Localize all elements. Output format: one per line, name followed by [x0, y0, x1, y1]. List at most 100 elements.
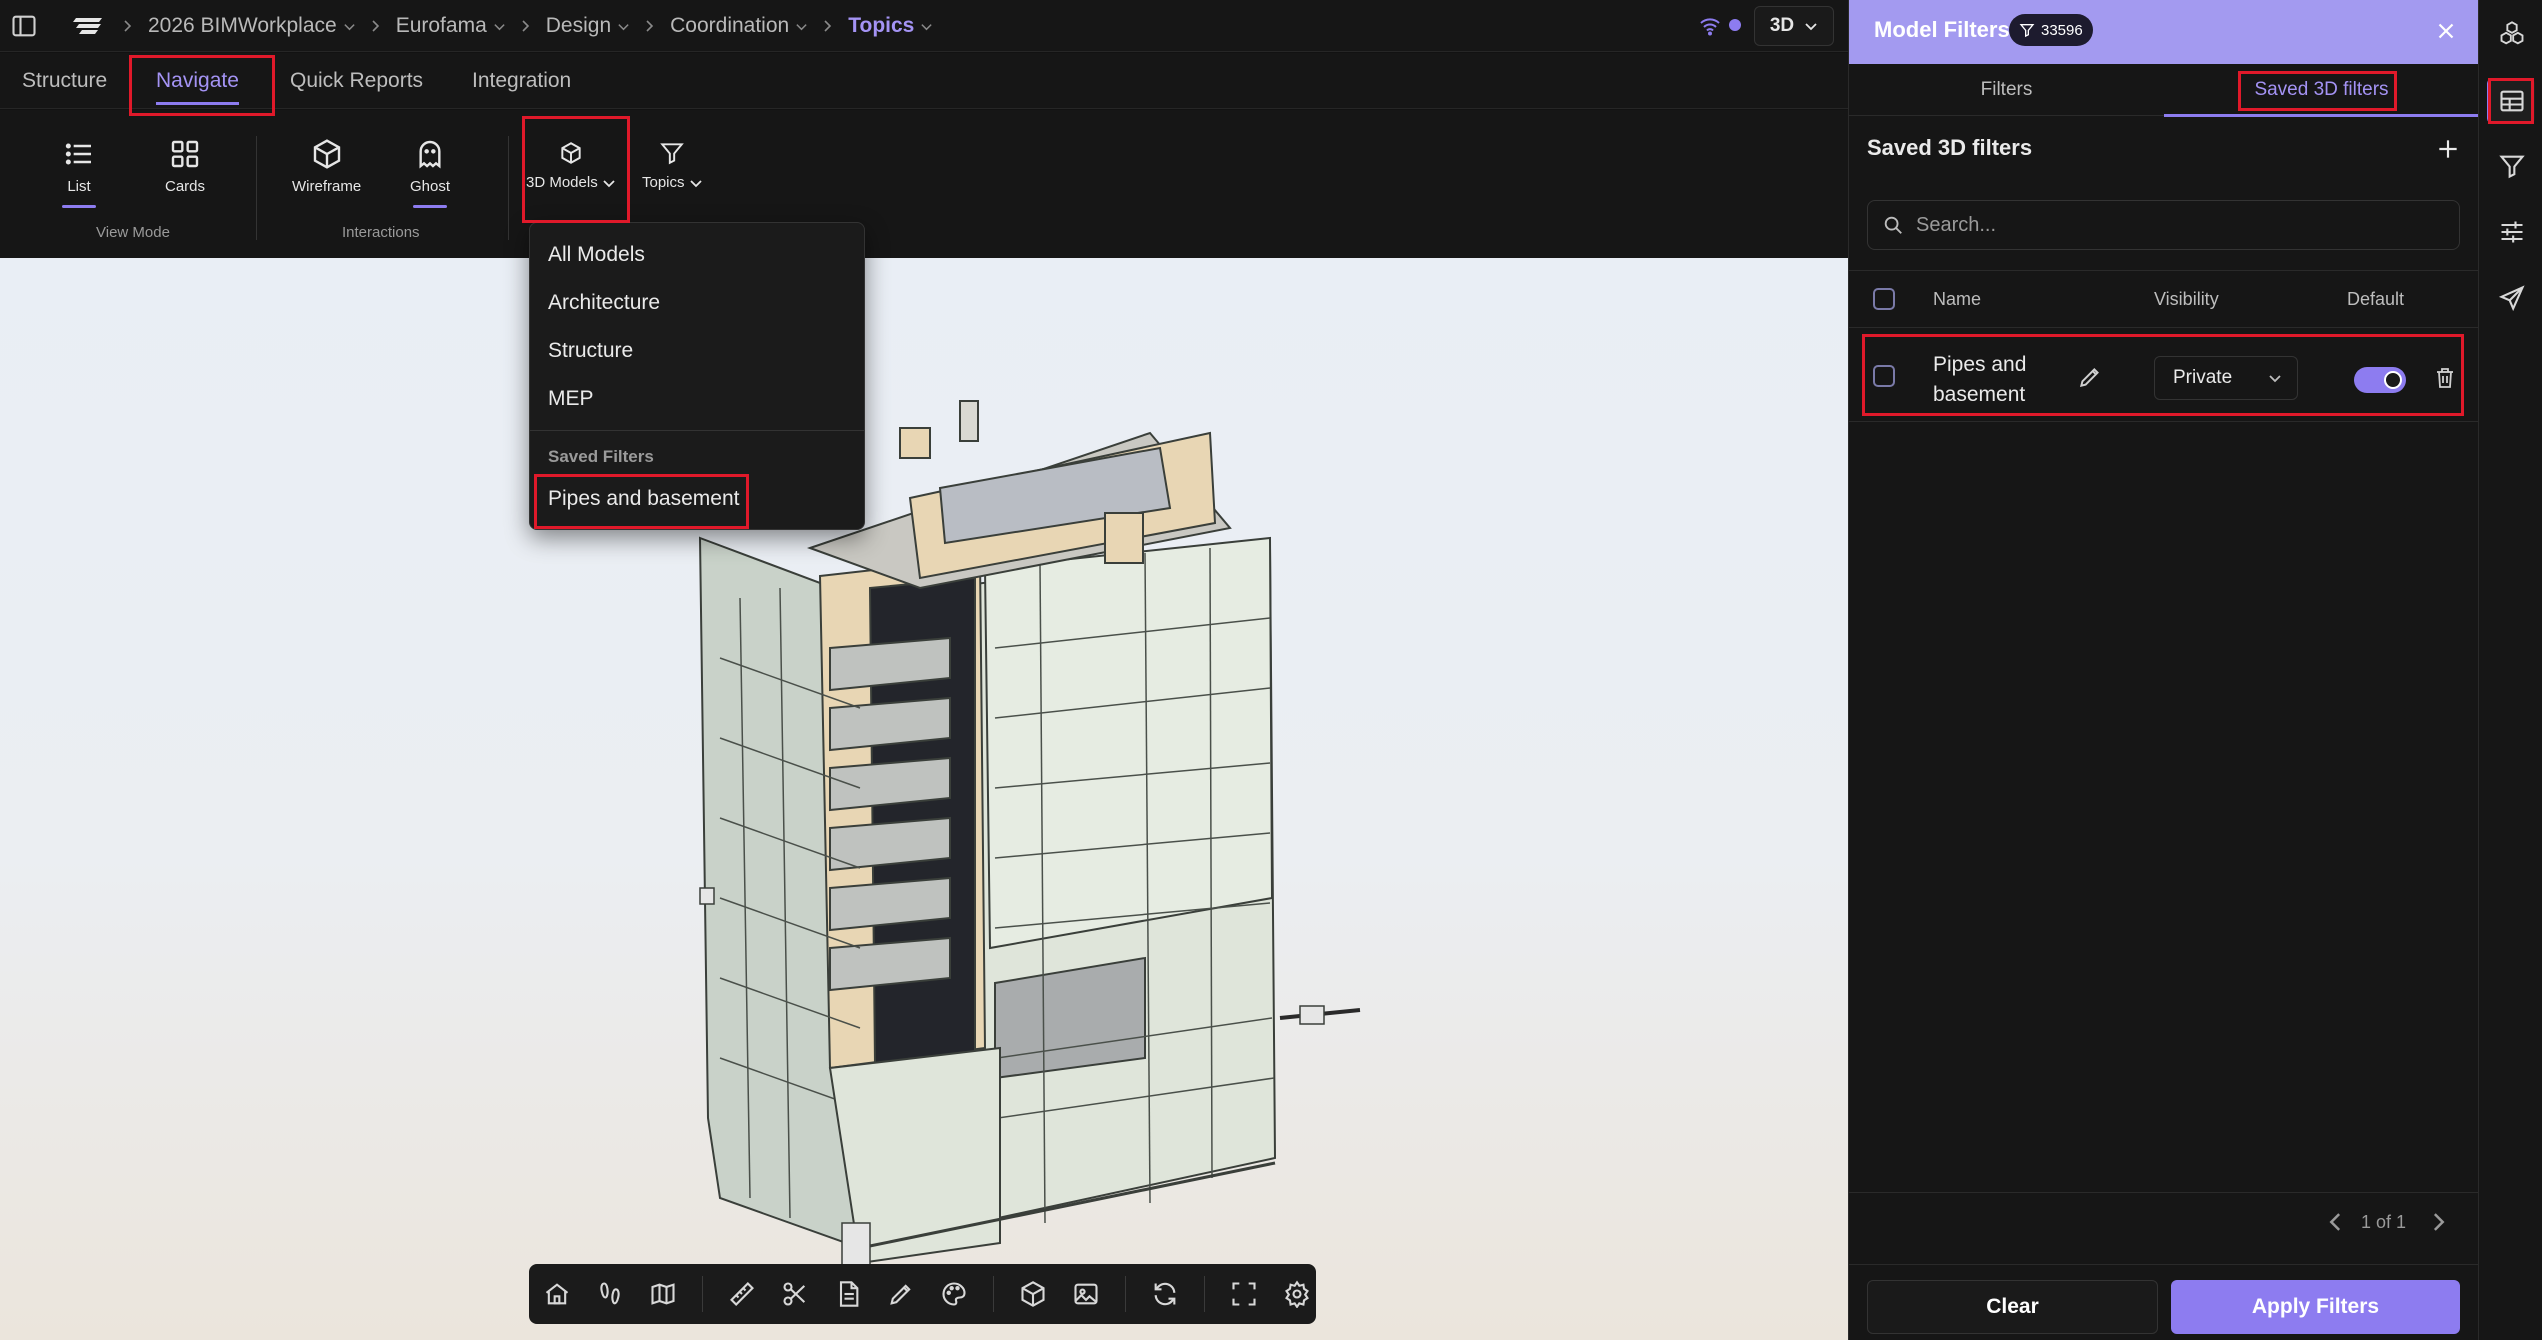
breadcrumb-item-current[interactable]: Topics	[820, 14, 933, 38]
home-icon[interactable]	[543, 1280, 571, 1308]
filter-icon[interactable]	[2498, 152, 2526, 180]
saved-filters-header: Saved Filters	[548, 447, 654, 466]
chevron-down-icon	[1804, 19, 1818, 33]
cube-outline-icon	[558, 140, 584, 166]
column-visibility: Visibility	[2154, 289, 2219, 309]
table-row[interactable]: Pipes and basement Private	[1849, 330, 2479, 422]
breadcrumb-label: Topics	[848, 14, 915, 37]
sidebar-toggle-icon[interactable]	[10, 12, 38, 40]
pagination: 1 of 1	[1849, 1192, 2479, 1252]
scissors-icon[interactable]	[781, 1280, 809, 1308]
column-name: Name	[1933, 289, 1982, 309]
breadcrumb-label: Coordination	[670, 14, 790, 37]
dropdown-item-all-models[interactable]: All Models	[548, 243, 645, 267]
panel-tabs: Filters Saved 3D filters	[1849, 64, 2479, 117]
cubes-icon[interactable]	[2498, 20, 2526, 48]
3d-models-button[interactable]: 3D Models	[526, 138, 616, 191]
pen-icon[interactable]	[887, 1280, 915, 1308]
topics-filter-button[interactable]: Topics	[642, 138, 703, 191]
filter-count-badge: 33596	[2009, 14, 2093, 46]
active-indicator	[413, 205, 448, 208]
table-header: Name Visibility Default	[1849, 270, 2479, 328]
breadcrumb-item[interactable]: Coordination	[642, 14, 808, 38]
close-icon[interactable]	[2433, 18, 2459, 44]
filter-count: 33596	[2041, 21, 2083, 39]
tab-integration[interactable]: Integration	[472, 53, 571, 109]
dropdown-item-architecture[interactable]: Architecture	[548, 291, 660, 315]
cards-view-button[interactable]: Cards	[165, 138, 205, 195]
3d-viewport[interactable]	[0, 258, 1848, 1340]
clear-button[interactable]: Clear	[1867, 1280, 2158, 1334]
tab-structure[interactable]: Structure	[22, 53, 107, 109]
dropdown-item-structure[interactable]: Structure	[548, 339, 633, 363]
cards-label: Cards	[165, 178, 206, 195]
breadcrumb-item[interactable]: 2026 BIMWorkplace	[120, 14, 356, 38]
divider	[508, 136, 509, 240]
map-icon[interactable]	[649, 1280, 677, 1308]
walk-icon[interactable]	[596, 1280, 624, 1308]
document-icon[interactable]	[834, 1280, 862, 1308]
chevron-down-icon	[493, 20, 506, 33]
tab-quick-reports[interactable]: Quick Reports	[290, 53, 423, 109]
table-icon[interactable]	[2498, 87, 2526, 115]
chevron-left-icon[interactable]	[2325, 1211, 2347, 1233]
divider	[1125, 1276, 1126, 1312]
chevron-right-icon	[642, 19, 656, 33]
image-icon[interactable]	[1072, 1280, 1100, 1308]
column-default: Default	[2347, 289, 2405, 309]
chevron-down-icon	[795, 20, 808, 33]
3d-models-dropdown: All Models Architecture Structure MEP Sa…	[529, 222, 865, 530]
chevron-down-icon	[602, 176, 616, 190]
delete-icon[interactable]	[2433, 366, 2457, 390]
dropdown-item-saved-filter[interactable]: Pipes and basement	[548, 487, 739, 511]
tab-filters[interactable]: Filters	[1849, 64, 2164, 116]
page-indicator: 1 of 1	[2361, 1212, 2407, 1232]
breadcrumb-item[interactable]: Design	[518, 14, 630, 38]
chevron-right-icon	[518, 19, 532, 33]
panel-title: Model Filters	[1874, 17, 2010, 42]
tab-saved-3d-filters[interactable]: Saved 3D filters	[2164, 64, 2479, 117]
settings-icon[interactable]	[1283, 1280, 1311, 1308]
cube-icon[interactable]	[1019, 1280, 1047, 1308]
ghost-button[interactable]: Ghost	[410, 138, 450, 208]
search-input[interactable]	[1916, 213, 2436, 237]
dropdown-item-mep[interactable]: MEP	[548, 387, 594, 411]
apply-filters-button[interactable]: Apply Filters	[2171, 1280, 2460, 1334]
chevron-down-icon	[617, 20, 630, 33]
right-rail	[2478, 0, 2542, 1340]
refresh-icon[interactable]	[1151, 1280, 1179, 1308]
list-view-button[interactable]: List	[62, 138, 96, 208]
default-toggle[interactable]	[2354, 367, 2406, 393]
chevron-right-icon[interactable]	[2427, 1211, 2449, 1233]
add-filter-icon[interactable]	[2435, 136, 2461, 162]
chevron-down-icon	[689, 176, 703, 190]
search-field[interactable]	[1867, 200, 2460, 250]
wireframe-label: Wireframe	[292, 178, 362, 195]
breadcrumb-item[interactable]: Eurofama	[368, 14, 506, 38]
active-indicator	[62, 205, 96, 208]
dropdown-divider	[530, 430, 864, 431]
select-all-checkbox[interactable]	[1873, 288, 1895, 310]
filter-icon	[659, 140, 685, 166]
palette-icon[interactable]	[940, 1280, 968, 1308]
fullscreen-icon[interactable]	[1230, 1280, 1258, 1308]
view-mode-select[interactable]: 3D	[1754, 6, 1834, 46]
interactions-group-label: Interactions	[342, 224, 420, 241]
sliders-icon[interactable]	[2498, 218, 2526, 246]
edit-icon[interactable]	[2077, 364, 2103, 390]
ruler-icon[interactable]	[728, 1280, 756, 1308]
search-icon	[1882, 214, 1904, 236]
tab-navigate[interactable]: Navigate	[156, 53, 239, 109]
wireframe-button[interactable]: Wireframe	[292, 138, 361, 195]
topics-label: Topics	[642, 174, 703, 191]
send-icon[interactable]	[2498, 284, 2526, 312]
app-logo-icon[interactable]	[72, 15, 106, 37]
building-model[interactable]	[0, 258, 1848, 1340]
list-label: List	[67, 178, 91, 195]
view-mode-group-label: View Mode	[96, 224, 170, 241]
visibility-select[interactable]: Private	[2154, 356, 2298, 400]
connection-icon	[1698, 14, 1722, 38]
3d-models-label: 3D Models	[526, 174, 616, 191]
row-checkbox[interactable]	[1873, 365, 1895, 387]
divider	[256, 136, 257, 240]
